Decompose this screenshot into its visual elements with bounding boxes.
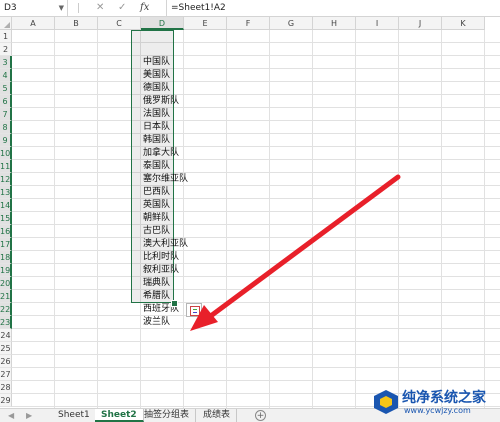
cell-d10[interactable]: 加拿大队: [141, 147, 184, 160]
column-header-row: ABCDEFGHIJK: [12, 17, 500, 30]
row-header-24[interactable]: 24: [0, 329, 12, 342]
fill-handle[interactable]: [171, 300, 178, 307]
cell-d4[interactable]: 美国队: [141, 69, 184, 82]
column-header-e[interactable]: E: [184, 17, 227, 30]
formula-input[interactable]: =Sheet1!A2: [166, 0, 226, 16]
cell-d11[interactable]: 泰国队: [141, 160, 184, 173]
tab-sheet1[interactable]: Sheet1: [52, 409, 97, 422]
tab-sheet2[interactable]: Sheet2: [95, 409, 144, 422]
row-header-5[interactable]: 5: [0, 82, 12, 95]
active-cell[interactable]: [132, 31, 173, 43]
cell-d23[interactable]: 波兰队: [141, 316, 184, 329]
row-header-11[interactable]: 11: [0, 160, 12, 173]
row-header-14[interactable]: 14: [0, 199, 12, 212]
watermark-title: 纯净系统之家: [402, 390, 486, 406]
quick-analysis-icon: [190, 306, 200, 316]
row-header-19[interactable]: 19: [0, 264, 12, 277]
row-header-25[interactable]: 25: [0, 342, 12, 355]
name-box[interactable]: D3 ▼: [0, 0, 68, 16]
row-header-12[interactable]: 12: [0, 173, 12, 186]
cell-d3[interactable]: 中国队: [141, 56, 184, 69]
row-header-17[interactable]: 17: [0, 238, 12, 251]
row-header-26[interactable]: 26: [0, 355, 12, 368]
cell-d14[interactable]: 英国队: [141, 199, 184, 212]
row-header-20[interactable]: 20: [0, 277, 12, 290]
column-header-k[interactable]: K: [442, 17, 485, 30]
tab-scores[interactable]: 成绩表: [197, 409, 238, 422]
quick-analysis-button[interactable]: [186, 303, 202, 317]
row-header-21[interactable]: 21: [0, 290, 12, 303]
tab-draw-groups[interactable]: 抽签分组表: [138, 409, 197, 422]
row-header-29[interactable]: 29: [0, 394, 12, 407]
column-header-g[interactable]: G: [270, 17, 313, 30]
watermark-logo-icon: [374, 390, 398, 414]
scroll-tabs-left-icon[interactable]: ◀: [8, 409, 14, 422]
cell-d19[interactable]: 叙利亚队: [141, 264, 184, 277]
worksheet-grid[interactable]: [12, 30, 500, 408]
row-header-23[interactable]: 23: [0, 316, 12, 329]
enter-icon[interactable]: ✓: [118, 0, 126, 16]
row-header-22[interactable]: 22: [0, 303, 12, 316]
cell-d12[interactable]: 塞尔维亚队: [141, 173, 188, 186]
cell-d13[interactable]: 巴西队: [141, 186, 184, 199]
cell-d5[interactable]: 德国队: [141, 82, 184, 95]
cell-d8[interactable]: 日本队: [141, 121, 184, 134]
cell-d20[interactable]: 瑞典队: [141, 277, 184, 290]
column-header-d[interactable]: D: [141, 17, 184, 30]
formula-bar: D3 ▼ ✕ ✓ fx =Sheet1!A2: [0, 0, 500, 17]
name-box-value: D3: [4, 3, 17, 13]
column-header-j[interactable]: J: [399, 17, 442, 30]
column-header-b[interactable]: B: [55, 17, 98, 30]
watermark-url: www.ycwjzy.com: [404, 406, 471, 415]
column-header-f[interactable]: F: [227, 17, 270, 30]
scroll-tabs-right-icon[interactable]: ▶: [26, 409, 32, 422]
cell-d15[interactable]: 朝鲜队: [141, 212, 184, 225]
row-header-7[interactable]: 7: [0, 108, 12, 121]
cell-d16[interactable]: 古巴队: [141, 225, 184, 238]
row-header-27[interactable]: 27: [0, 368, 12, 381]
select-all-button[interactable]: [0, 17, 12, 30]
row-header-15[interactable]: 15: [0, 212, 12, 225]
cell-d9[interactable]: 韩国队: [141, 134, 184, 147]
column-header-a[interactable]: A: [12, 17, 55, 30]
row-header-3[interactable]: 3: [0, 56, 12, 69]
cancel-icon[interactable]: ✕: [96, 0, 104, 16]
row-header-8[interactable]: 8: [0, 121, 12, 134]
row-header-4[interactable]: 4: [0, 69, 12, 82]
row-header-6[interactable]: 6: [0, 95, 12, 108]
name-box-dropdown-icon[interactable]: ▼: [59, 0, 64, 16]
row-header-2[interactable]: 2: [0, 43, 12, 56]
column-header-i[interactable]: I: [356, 17, 399, 30]
cell-d17[interactable]: 澳大利亚队: [141, 238, 188, 251]
row-header-10[interactable]: 10: [0, 147, 12, 160]
cell-d18[interactable]: 比利时队: [141, 251, 184, 264]
formula-bar-divider: [78, 3, 79, 13]
column-header-c[interactable]: C: [98, 17, 141, 30]
cell-d6[interactable]: 俄罗斯队: [141, 95, 184, 108]
row-header-16[interactable]: 16: [0, 225, 12, 238]
insert-function-button[interactable]: fx: [140, 0, 149, 16]
row-header-28[interactable]: 28: [0, 381, 12, 394]
add-sheet-button[interactable]: +: [255, 410, 266, 421]
cell-d7[interactable]: 法国队: [141, 108, 184, 121]
column-header-h[interactable]: H: [313, 17, 356, 30]
row-header-18[interactable]: 18: [0, 251, 12, 264]
row-header-13[interactable]: 13: [0, 186, 12, 199]
site-watermark: 纯净系统之家 www.ycwjzy.com: [372, 386, 498, 420]
row-header-1[interactable]: 1: [0, 30, 12, 43]
row-header-9[interactable]: 9: [0, 134, 12, 147]
